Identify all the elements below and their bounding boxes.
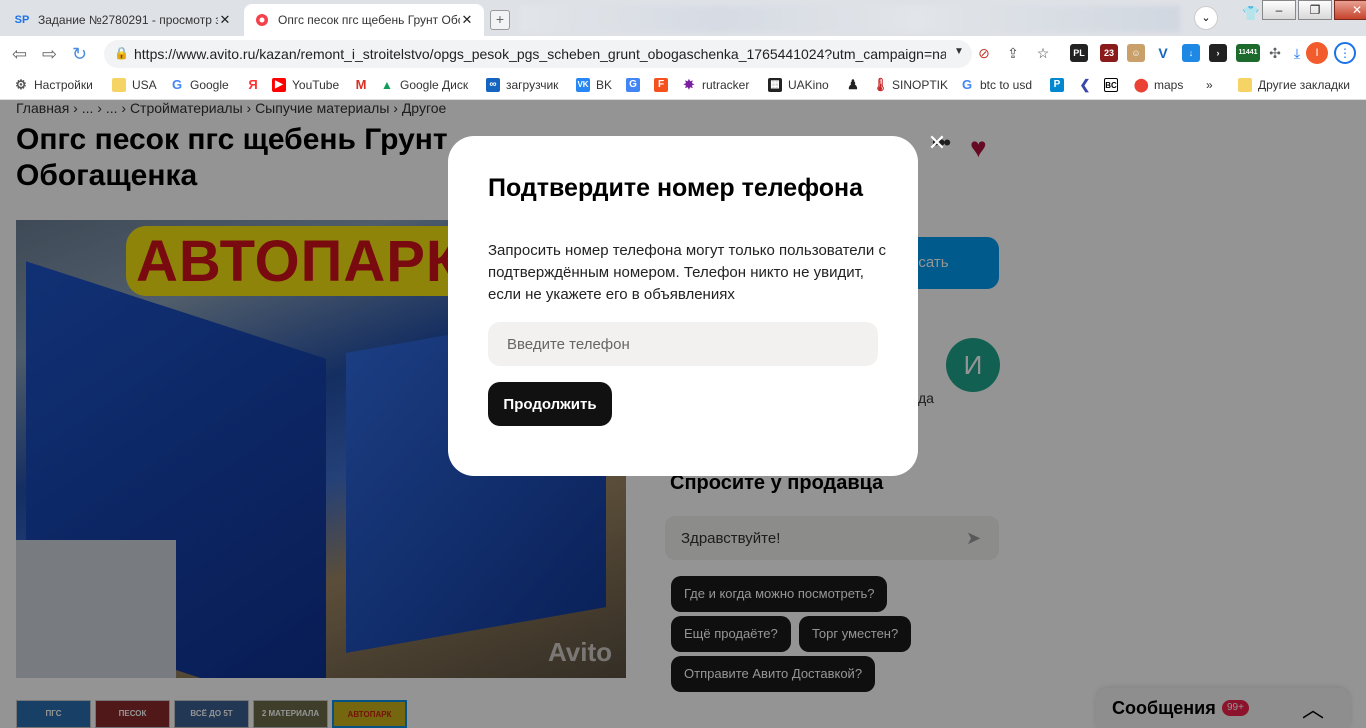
phone-input[interactable] [488, 322, 878, 366]
bookmark-chess[interactable]: ♟ [846, 78, 866, 92]
url-dropdown-icon[interactable]: ▼ [954, 46, 964, 57]
bookmark-maps[interactable]: ⬤ maps [1134, 77, 1183, 93]
window-close-icon[interactable]: ✕ [1334, 0, 1366, 20]
bc-icon: BC [1104, 78, 1118, 92]
blocked-icon[interactable]: ⊘ [975, 44, 993, 62]
profile-avatar[interactable]: I [1306, 42, 1328, 64]
modal-description: Запросить номер телефона могут только по… [488, 242, 886, 303]
tab-task[interactable]: SP Задание №2780291 - просмотр за ✕ [4, 4, 242, 36]
google-icon: G [961, 77, 973, 92]
shirt-icon[interactable]: 👕 [1242, 4, 1260, 22]
chrome-menu-icon[interactable]: ⋮ [1334, 42, 1356, 64]
bitcoin-extension-icon[interactable]: 11441 [1236, 44, 1260, 62]
pl-extension-icon[interactable]: PL [1070, 44, 1088, 62]
bookmark-youtube[interactable]: ▶ YouTube [272, 78, 339, 92]
modal-title: Подтвердите номер телефона [488, 174, 864, 202]
bookmarks-overflow-icon[interactable]: » [1206, 78, 1213, 92]
puzzle-icon[interactable]: ✣ [1266, 44, 1284, 62]
tab-title: Опгс песок пгс щебень Грунт Обо [278, 13, 460, 27]
vk-icon: VK [576, 78, 590, 92]
bookmark-gdrive[interactable]: ▲ Google Диск [380, 78, 468, 92]
google-icon: G [171, 77, 183, 92]
bookmark-settings[interactable]: ⚙ Настройки [14, 77, 93, 93]
film-icon: ▦ [768, 78, 782, 92]
new-tab-button[interactable]: + [490, 10, 510, 30]
bookmark-yandex[interactable]: Я [246, 78, 266, 92]
lock-icon[interactable]: 🔒 [114, 46, 129, 60]
reload-icon[interactable]: ↻ [72, 44, 87, 65]
bookmark-arrow[interactable]: ❮ [1078, 78, 1098, 92]
terminal-extension-icon[interactable]: › [1209, 44, 1227, 62]
badge-23-extension-icon[interactable]: 23 [1100, 44, 1118, 62]
youtube-icon: ▶ [272, 78, 286, 92]
folder-icon [1238, 78, 1252, 92]
bookmark-sinoptik[interactable]: 🌡 SINOPTIK [872, 77, 948, 93]
p-icon: P [1050, 78, 1064, 92]
bookmark-bc[interactable]: BC [1104, 78, 1124, 92]
url-text[interactable]: https://www.avito.ru/kazan/remont_i_stro… [134, 46, 946, 62]
continue-button[interactable]: Продолжить [488, 382, 612, 426]
tab-close-icon[interactable]: ✕ [218, 12, 232, 28]
f-icon: F [654, 78, 668, 92]
share-icon[interactable]: ⇪ [1004, 44, 1022, 62]
bookmark-gmail[interactable]: M [354, 78, 374, 92]
chevron-left-icon: ❮ [1079, 77, 1091, 92]
tab-close-icon[interactable]: ✕ [460, 12, 474, 28]
gmail-icon: M [355, 77, 367, 92]
infinity-icon: ∞ [486, 78, 500, 92]
restore-icon[interactable]: ❐ [1298, 0, 1332, 20]
map-pin-icon: ⬤ [1134, 77, 1149, 92]
other-tabs-blurred [520, 6, 1180, 32]
bookmark-p[interactable]: P [1050, 78, 1070, 92]
bookmark-f[interactable]: F [654, 78, 674, 92]
forward-arrow-icon[interactable]: ⇨ [42, 44, 57, 65]
bookmark-rutracker[interactable]: ✸ rutracker [682, 77, 750, 93]
star-icon: ✸ [683, 77, 695, 92]
bookmark-btc[interactable]: Gbtc to usd [960, 77, 1032, 93]
folder-icon [112, 78, 126, 92]
bookmark-vk[interactable]: VK BK [576, 78, 612, 92]
translate-icon: G [626, 78, 640, 92]
chess-pawn-icon: ♟ [847, 77, 859, 92]
downloads-icon[interactable]: ⤓ [1288, 44, 1306, 62]
sp-favicon: SP [14, 14, 30, 26]
download-extension-icon[interactable]: ↓ [1182, 44, 1200, 62]
face-extension-icon[interactable]: ☺ [1127, 44, 1145, 62]
v-extension-icon[interactable]: V [1154, 44, 1172, 62]
bookmark-google[interactable]: G Google [170, 77, 229, 93]
google-drive-icon: ▲ [381, 78, 393, 92]
thermometer-icon: 🌡 [872, 77, 889, 92]
avito-favicon [254, 12, 270, 28]
yandex-icon: Я [248, 77, 258, 92]
gear-icon: ⚙ [15, 77, 27, 92]
tab-title: Задание №2780291 - просмотр за [38, 13, 218, 27]
bookmark-loader[interactable]: ∞ загрузчик [486, 78, 558, 92]
bookmark-star-icon[interactable]: ☆ [1034, 44, 1052, 62]
bookmark-usa[interactable]: USA [112, 78, 157, 92]
window-controls: – ❐ ✕ [1260, 0, 1366, 22]
back-arrow-icon[interactable]: ⇦ [12, 44, 27, 65]
browser-tab-bar: SP Задание №2780291 - просмотр за ✕ Опгс… [0, 0, 1366, 36]
bookmark-uakino[interactable]: ▦ UAKino [768, 78, 829, 92]
minimize-icon[interactable]: – [1262, 0, 1296, 20]
bookmark-other[interactable]: Другие закладки [1238, 78, 1350, 92]
close-icon[interactable]: ✕ [925, 131, 949, 155]
bookmark-translate[interactable]: G [626, 78, 646, 92]
tab-avito[interactable]: Опгс песок пгс щебень Грунт Обо ✕ [244, 4, 484, 36]
tab-search-icon[interactable]: ⌄ [1194, 6, 1218, 30]
